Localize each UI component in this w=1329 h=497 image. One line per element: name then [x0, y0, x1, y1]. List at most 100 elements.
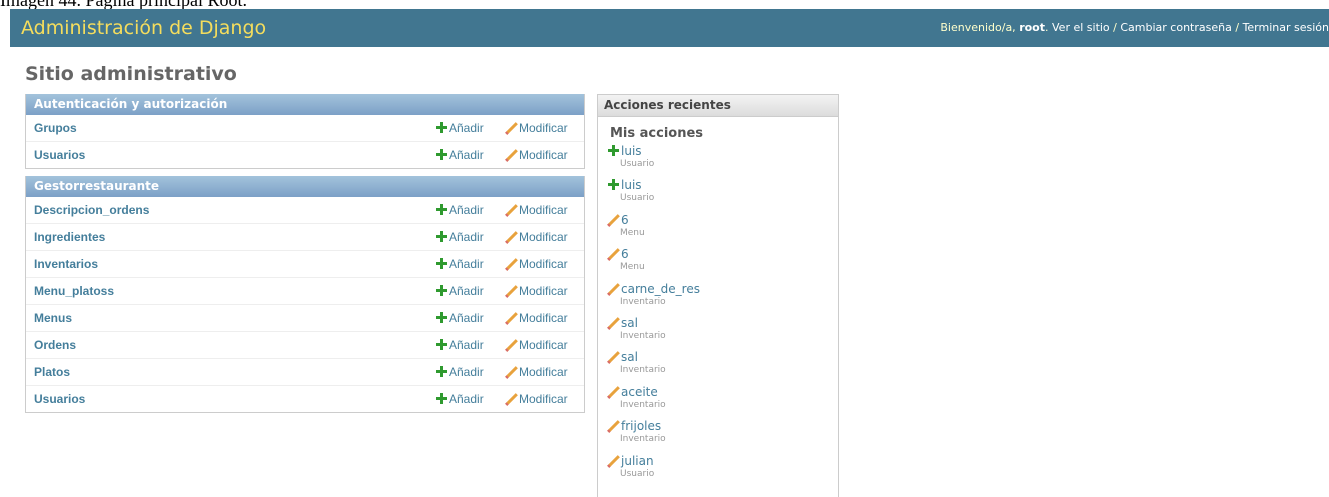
model-link[interactable]: Descripcion_ordens [34, 197, 149, 223]
model-row: Grupos Añadir Modificar [26, 115, 584, 142]
add-link[interactable]: Añadir [436, 386, 484, 412]
logout-link[interactable]: Terminar sesión [1243, 21, 1329, 34]
pencil-icon [608, 248, 619, 259]
plus-icon [436, 312, 447, 323]
recent-action-link[interactable]: julian [608, 454, 838, 469]
model-link[interactable]: Inventarios [34, 251, 98, 277]
recent-action-model: Inventario [620, 365, 666, 376]
add-label: Añadir [449, 257, 484, 271]
plus-icon [436, 149, 447, 160]
welcome-text: Bienvenido/a, [940, 21, 1016, 34]
recent-action-item: julian Usuario [598, 454, 838, 488]
add-label: Añadir [449, 284, 484, 298]
recent-action-link[interactable]: aceite [608, 385, 838, 400]
add-link[interactable]: Añadir [436, 278, 484, 304]
add-link[interactable]: Añadir [436, 359, 484, 385]
recent-action-model: Inventario [620, 399, 666, 410]
pencil-icon [608, 420, 619, 431]
model-link[interactable]: Grupos [34, 115, 77, 141]
change-label: Modificar [519, 311, 568, 325]
add-link[interactable]: Añadir [436, 115, 484, 141]
add-link[interactable]: Añadir [436, 305, 484, 331]
recent-action-link[interactable]: sal [608, 350, 838, 365]
plus-icon [436, 204, 447, 215]
recent-action-title: luis [621, 178, 642, 193]
pencil-icon [608, 283, 619, 294]
add-link[interactable]: Añadir [436, 142, 484, 168]
recent-action-title: 6 [621, 247, 629, 262]
change-link[interactable]: Modificar [506, 142, 568, 168]
recent-action-item: aceite Inventario [598, 385, 838, 419]
recent-action-link[interactable]: 6 [608, 213, 838, 228]
figure-caption: Imagen 44. Página principal Root. [0, 0, 247, 10]
change-label: Modificar [519, 148, 568, 162]
pencil-icon [506, 204, 517, 215]
module-caption[interactable]: Autenticación y autorización [26, 94, 584, 115]
change-link[interactable]: Modificar [506, 224, 568, 250]
add-link[interactable]: Añadir [436, 224, 484, 250]
model-row: Platos Añadir Modificar [26, 359, 584, 386]
pencil-icon [506, 122, 517, 133]
recent-action-item: sal Inventario [598, 316, 838, 350]
change-link[interactable]: Modificar [506, 251, 568, 277]
model-link[interactable]: Usuarios [34, 142, 85, 168]
recent-action-item: 6 Menu [598, 247, 838, 281]
change-link[interactable]: Modificar [506, 359, 568, 385]
recent-action-link[interactable]: sal [608, 316, 838, 331]
recent-action-title: julian [621, 453, 654, 468]
change-link[interactable]: Modificar [506, 386, 568, 412]
recent-action-item: luis Usuario [598, 144, 838, 178]
recent-action-model: Inventario [620, 296, 666, 307]
change-link[interactable]: Modificar [506, 197, 568, 223]
site-branding[interactable]: Administración de Django [21, 9, 266, 47]
recent-action-model: Menu [620, 227, 645, 238]
model-link[interactable]: Ingredientes [34, 224, 105, 250]
add-link[interactable]: Añadir [436, 332, 484, 358]
change-link[interactable]: Modificar [506, 305, 568, 331]
recent-action-link[interactable]: 6 [608, 247, 838, 262]
add-label: Añadir [449, 311, 484, 325]
recent-action-model: Menu [620, 262, 645, 273]
recent-actions-caption: Acciones recientes [598, 95, 838, 117]
model-row: Menu_platoss Añadir Modificar [26, 278, 584, 305]
module-caption[interactable]: Gestorrestaurante [26, 176, 584, 197]
add-link[interactable]: Añadir [436, 251, 484, 277]
view-site-link[interactable]: Ver el sitio [1052, 21, 1110, 34]
pencil-icon [506, 149, 517, 160]
change-label: Modificar [519, 203, 568, 217]
change-link[interactable]: Modificar [506, 332, 568, 358]
recent-action-link[interactable]: luis [608, 178, 838, 193]
plus-icon [436, 393, 447, 404]
change-link[interactable]: Modificar [506, 115, 568, 141]
recent-action-link[interactable]: luis [608, 144, 838, 159]
recent-action-title: luis [621, 144, 642, 158]
plus-icon [436, 258, 447, 269]
recent-actions-panel: Acciones recientes Mis acciones luis Usu… [597, 94, 839, 497]
model-link[interactable]: Menus [34, 305, 72, 331]
model-row: Usuarios Añadir Modificar [26, 142, 584, 168]
plus-icon [608, 145, 619, 156]
recent-action-item: luis Usuario [598, 178, 838, 212]
model-link[interactable]: Platos [34, 359, 70, 385]
recent-action-link[interactable]: carne_de_res [608, 282, 838, 297]
change-password-link[interactable]: Cambiar contraseña [1120, 21, 1231, 34]
my-actions-heading: Mis acciones [610, 126, 704, 141]
pencil-icon [608, 351, 619, 362]
add-link[interactable]: Añadir [436, 197, 484, 223]
plus-icon [436, 339, 447, 350]
model-link[interactable]: Ordens [34, 332, 76, 358]
recent-action-item: frijoles Inventario [598, 419, 838, 453]
change-label: Modificar [519, 121, 568, 135]
recent-action-title: carne_de_res [621, 281, 700, 296]
change-link[interactable]: Modificar [506, 278, 568, 304]
change-label: Modificar [519, 284, 568, 298]
model-link[interactable]: Menu_platoss [34, 278, 114, 304]
recent-action-title: aceite [621, 384, 658, 399]
recent-action-title: sal [621, 350, 638, 365]
header: Administración de Django Bienvenido/a, r… [10, 9, 1329, 47]
recent-action-link[interactable]: frijoles [608, 419, 838, 434]
model-link[interactable]: Usuarios [34, 386, 85, 412]
recent-action-model: Inventario [620, 434, 666, 445]
recent-action-item: carne_de_res Inventario [598, 282, 838, 316]
pencil-icon [608, 317, 619, 328]
